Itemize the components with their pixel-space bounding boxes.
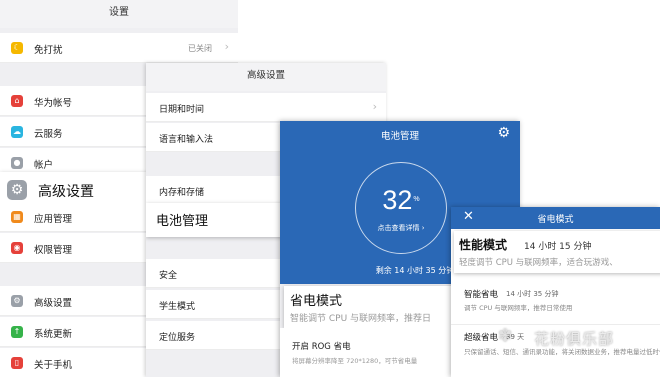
power-save-header: ✕ 省电模式 bbox=[451, 207, 660, 229]
battery-level-ring[interactable]: 32% 点击查看详情 › bbox=[355, 162, 447, 254]
settings-item-label: 系统更新 bbox=[34, 329, 73, 340]
settings-item-label: 华为帐号 bbox=[34, 98, 73, 109]
gear-icon[interactable]: ⚙ bbox=[497, 125, 510, 141]
advanced-settings-title: 高级设置 bbox=[146, 63, 386, 91]
settings-item-label: 高级设置 bbox=[34, 298, 73, 309]
advanced-item-label: 语言和输入法 bbox=[159, 135, 214, 145]
chevron-right-icon: › bbox=[224, 40, 229, 53]
battery-percent-unit: % bbox=[413, 196, 420, 203]
power-save-mode-item[interactable]: 省电模式 智能调节 CPU 与联网频率，推荐日 bbox=[284, 286, 454, 328]
power-save-title: 省电模式 bbox=[537, 215, 574, 225]
apps-icon: ▦ bbox=[11, 211, 23, 223]
settings-item-label: 关于手机 bbox=[34, 360, 73, 371]
screenshot-stage: 设置 ☾ 免打扰 已关闭 › ⌂ 华为帐号 ☁ 云服务 ● 帐户 ⚙ 高级设置 … bbox=[0, 0, 660, 377]
watermark-text: 花粉俱乐部 bbox=[534, 330, 615, 348]
settings-item-label: 权限管理 bbox=[34, 245, 73, 256]
flower-logo-icon: ✾ bbox=[498, 326, 513, 346]
battery-detail-link[interactable]: 点击查看详情 › bbox=[356, 223, 446, 233]
settings-title: 设置 bbox=[0, 0, 238, 28]
gear-icon: ⚙ bbox=[11, 295, 23, 307]
battery-title: 电池管理 bbox=[380, 131, 419, 142]
advanced-item-label: 定位服务 bbox=[159, 333, 196, 343]
advanced-item-label: 学生模式 bbox=[159, 302, 196, 312]
rog-desc: 将屏幕分辨率降至 720*1280，可节省电量 bbox=[292, 357, 418, 365]
moon-icon: ☾ bbox=[11, 42, 23, 54]
settings-item-label: 云服务 bbox=[34, 129, 63, 140]
gear-icon: ⚙ bbox=[7, 180, 27, 200]
rog-title: 开启 ROG 省电 bbox=[292, 342, 351, 352]
advanced-item-label: 安全 bbox=[159, 271, 178, 281]
performance-mode-option[interactable]: 性能模式 14 小时 15 分钟 轻度调节 CPU 与联网频率，适合玩游戏、 bbox=[454, 231, 660, 273]
huawei-account-icon: ⌂ bbox=[11, 95, 23, 107]
watermark: ✾ 花粉俱乐部 bbox=[482, 326, 660, 350]
advanced-item-battery-highlight[interactable]: 电池管理 bbox=[146, 203, 286, 237]
settings-item-label: 应用管理 bbox=[34, 214, 73, 225]
settings-item-label: 帐户 bbox=[34, 160, 54, 171]
smart-save-desc: 调节 CPU 与联网频率，推荐日常使用 bbox=[464, 304, 573, 312]
smart-save-title: 智能省电 bbox=[464, 290, 499, 300]
advanced-item-label: 电池管理 bbox=[156, 214, 209, 229]
shield-icon: ◉ bbox=[11, 242, 23, 254]
advanced-item-label: 日期和时间 bbox=[159, 105, 205, 115]
smart-save-hours: 14 小时 35 分钟 bbox=[506, 290, 559, 298]
power-save-mode-desc: 智能调节 CPU 与联网频率，推荐日 bbox=[290, 314, 432, 324]
advanced-item-date-time[interactable]: 日期和时间 › bbox=[146, 93, 386, 122]
smart-save-option[interactable]: 智能省电 14 小时 35 分钟 调节 CPU 与联网频率，推荐日常使用 bbox=[451, 277, 660, 325]
phone-icon: ▯ bbox=[11, 357, 23, 369]
battery-percent: 32 bbox=[382, 185, 413, 215]
settings-item-value: 已关闭 bbox=[188, 44, 212, 53]
update-arrow-icon: ↑ bbox=[11, 326, 23, 338]
settings-item-label: 免打扰 bbox=[34, 45, 63, 56]
power-save-panel: ✕ 省电模式 性能模式 14 小时 15 分钟 轻度调节 CPU 与联网频率，适… bbox=[451, 207, 660, 377]
performance-mode-hours: 14 小时 15 分钟 bbox=[524, 242, 592, 252]
advanced-item-label: 内存和存储 bbox=[159, 188, 205, 198]
chevron-right-icon: › bbox=[372, 100, 377, 113]
user-icon: ● bbox=[11, 157, 23, 169]
cloud-icon: ☁ bbox=[11, 126, 23, 138]
performance-mode-desc: 轻度调节 CPU 与联网频率，适合玩游戏、 bbox=[459, 258, 618, 268]
settings-item-label: 高级设置 bbox=[38, 184, 94, 200]
battery-percent-display: 32% bbox=[356, 185, 446, 215]
settings-item-dnd[interactable]: ☾ 免打扰 已关闭 › bbox=[0, 33, 238, 63]
performance-mode-title: 性能模式 bbox=[459, 238, 508, 252]
power-save-mode-title: 省电模式 bbox=[290, 294, 343, 309]
